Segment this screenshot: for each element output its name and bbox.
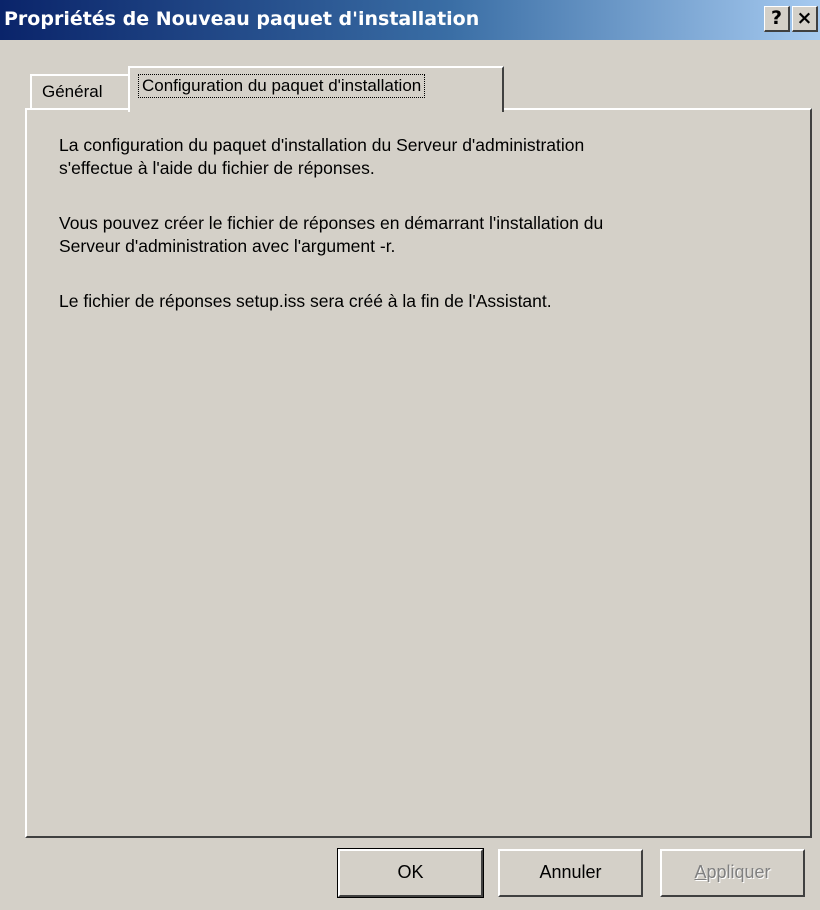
help-button[interactable]: ? [764, 6, 790, 32]
cancel-button[interactable]: Annuler [498, 849, 643, 897]
info-text-2: Vous pouvez créer le fichier de réponses… [59, 213, 604, 256]
apply-button[interactable]: Appliquer [660, 849, 805, 897]
window-title: Propriétés de Nouveau paquet d'installat… [4, 8, 480, 30]
tab-content-panel: La configuration du paquet d'installatio… [25, 108, 812, 838]
apply-label-rest: ppliquer [706, 862, 771, 882]
info-text-3: Le fichier de réponses setup.iss sera cr… [59, 291, 552, 311]
ok-button[interactable]: OK [337, 848, 484, 898]
close-button[interactable]: × [792, 6, 818, 32]
info-text-1: La configuration du paquet d'installatio… [59, 135, 585, 178]
tab-general[interactable]: Général [30, 74, 130, 110]
title-bar[interactable]: Propriétés de Nouveau paquet d'installat… [0, 0, 820, 40]
tab-general-label: Général [42, 82, 103, 101]
properties-dialog: Propriétés de Nouveau paquet d'installat… [0, 0, 820, 910]
tab-installation-package-configuration[interactable]: Configuration du paquet d'installation [128, 66, 504, 112]
apply-mnemonic: A [694, 862, 707, 882]
tab-config-label: Configuration du paquet d'installation [138, 74, 426, 98]
